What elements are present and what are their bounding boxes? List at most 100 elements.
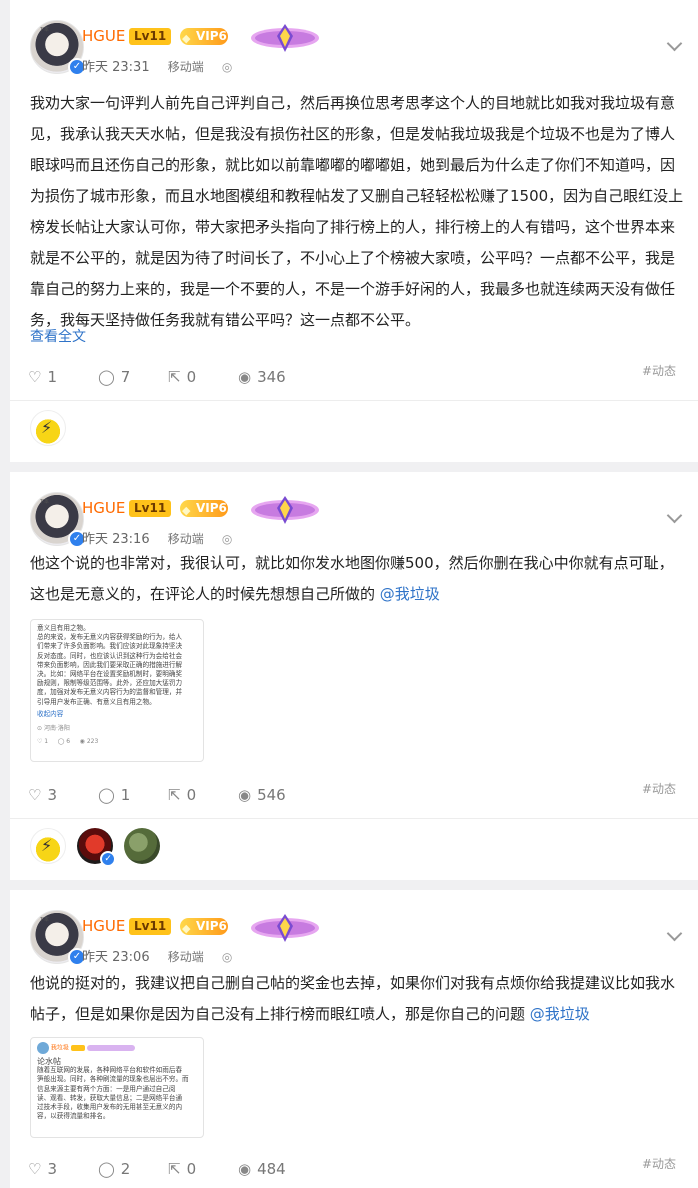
username[interactable]: HGUE — [82, 499, 125, 517]
post-time: 昨天 23:16 — [82, 532, 150, 547]
image-stat: 1 — [44, 738, 49, 746]
image-line: 反对态度。同时，也应该认识到这种行为会给社会 — [37, 651, 183, 660]
post-time: 昨天 23:31 — [82, 60, 150, 75]
image-location: ⊙ 河南·洛阳 — [37, 725, 70, 733]
comment-button[interactable]: ◯ 1 — [98, 786, 130, 804]
image-title: 论水帖 — [37, 1057, 61, 1066]
diamond-icon: ◆ — [182, 504, 191, 517]
username[interactable]: HGUE — [82, 917, 125, 935]
globe-icon: ◎ — [221, 60, 233, 74]
heart-icon: ♡ — [28, 368, 42, 386]
post-image[interactable]: 我垃圾 论水帖 随着互联网的发展，各种网络平台和软件如雨后春 笋般出现。同时，各… — [30, 1037, 204, 1138]
chevron-down-icon[interactable] — [666, 507, 683, 524]
heart-icon: ♡ — [28, 1160, 42, 1178]
post-meta: 昨天 23:31 移动端 ◎ — [82, 56, 232, 75]
eye-icon: ◉ — [238, 1160, 252, 1178]
post-content: 他这个说的也非常对，我很认可，就比如你发水地图你赚500，然后你删在我心中你就有… — [30, 548, 684, 610]
image-location-text: 河南·洛阳 — [43, 725, 70, 733]
image-stat: 223 — [86, 738, 99, 746]
like-button[interactable]: ♡ 1 — [28, 368, 57, 386]
image-collapse-text: 收起内容 — [37, 709, 64, 718]
mention-link[interactable]: @我垃圾 — [380, 585, 440, 603]
medal-icon — [251, 914, 319, 942]
username[interactable]: HGUE — [82, 27, 125, 45]
globe-icon: ◎ — [221, 950, 233, 964]
topic-tag[interactable]: #动态 — [642, 362, 676, 379]
avatar[interactable]: 下本 ✓ — [30, 492, 86, 548]
liker-avatar[interactable] — [30, 410, 66, 446]
image-line: 引导用户发布正确、有意义且有用之物。 — [37, 697, 156, 706]
avatar[interactable]: 下本 ✓ — [30, 910, 86, 966]
share-count: 0 — [186, 1160, 197, 1178]
share-icon: ⇱ — [168, 786, 181, 804]
heart-icon: ♡ — [28, 786, 42, 804]
vip-badge: ◆ VIP6 — [180, 918, 228, 935]
image-line: 带来负面影响，因此我们要采取正确的措施进行解 — [37, 660, 183, 669]
comment-button[interactable]: ◯ 2 — [98, 1160, 130, 1178]
comment-count: 2 — [120, 1160, 131, 1178]
divider — [10, 818, 698, 819]
share-button[interactable]: ⇱ 0 — [168, 368, 196, 386]
image-medal — [86, 1045, 135, 1051]
image-line: 过技术手段，收集用户发布的无用甚至无意义的内 — [37, 1103, 183, 1112]
vip-badge: ◆ VIP6 — [180, 28, 228, 45]
liker-avatar[interactable] — [124, 828, 161, 864]
share-button[interactable]: ⇱ 0 — [168, 1160, 196, 1178]
topic-tag[interactable]: #动态 — [642, 780, 676, 797]
comment-button[interactable]: ◯ 7 — [98, 368, 130, 386]
image-line: 读、观看、转发，获取大量信息；二是网络平台通 — [37, 1093, 183, 1102]
comment-icon: ◯ — [98, 368, 115, 386]
liker-list — [30, 410, 72, 446]
view-count: 546 — [257, 786, 286, 804]
chevron-down-icon[interactable] — [666, 925, 683, 942]
avatar-tag: 下本 — [39, 27, 50, 33]
comment-count: 1 — [120, 786, 131, 804]
views: ◉ 346 — [238, 368, 286, 386]
comment-icon: ◯ — [98, 786, 115, 804]
post-content: 我劝大家一句评判人前先自己评判自己，然后再换位思考思孝这个人的目地就比如我对我垃… — [30, 94, 684, 329]
image-header: 我垃圾 — [31, 1038, 203, 1054]
post-content: 他说的挺对的，我建议把自己删自己帖的奖金也去掉，如果你们对我有点烦你给我提建议比… — [30, 968, 684, 1030]
post-card[interactable]: 下本 ✓ HGUE Lv11 ◆ VIP6 昨天 23:31 移动端 ◎ 我劝大家… — [10, 0, 698, 462]
share-button[interactable]: ⇱ 0 — [168, 786, 196, 804]
views: ◉ 546 — [238, 786, 286, 804]
post-image[interactable]: 意义且有用之物。 总的来说，发布无意义内容获得奖励的行为，给人 们带来了许多负面… — [30, 619, 204, 762]
topic-tag[interactable]: #动态 — [642, 1155, 676, 1172]
liker-list: ✓ — [30, 828, 166, 867]
like-button[interactable]: ♡ 3 — [28, 786, 57, 804]
avatar-tag: 下本 — [39, 917, 50, 923]
post-source: 移动端 — [167, 532, 204, 546]
globe-icon: ◎ — [221, 532, 233, 546]
post-card[interactable]: 下本 ✓ HGUE Lv11 ◆ VIP6 昨天 23:06 移动端 ◎ 他说的挺… — [10, 890, 698, 1188]
avatar[interactable]: 下本 ✓ — [30, 20, 86, 76]
post-card[interactable]: 下本 ✓ HGUE Lv11 ◆ VIP6 昨天 23:16 移动端 ◎ 他这个说… — [10, 472, 698, 880]
like-count: 3 — [47, 1160, 57, 1178]
image-line: 度，加强对发布无意义内容行为的监督和管理，并 — [37, 688, 183, 697]
share-icon: ⇱ — [168, 368, 181, 386]
expand-link[interactable]: 查看全文 — [30, 326, 86, 346]
image-author: 我垃圾 — [50, 1044, 69, 1052]
post-meta: 昨天 23:06 移动端 ◎ — [82, 946, 232, 965]
medal-icon — [251, 496, 319, 524]
chevron-down-icon[interactable] — [666, 35, 683, 52]
divider — [10, 400, 698, 401]
image-level-badge — [70, 1045, 85, 1051]
liker-avatar[interactable]: ✓ — [77, 828, 117, 867]
diamond-icon: ◆ — [182, 922, 191, 935]
share-icon: ⇱ — [168, 1160, 181, 1178]
view-count: 484 — [257, 1160, 286, 1178]
verified-icon: ✓ — [100, 851, 117, 867]
mention-link[interactable]: @我垃圾 — [530, 1005, 590, 1023]
comment-icon: ◯ — [98, 1160, 115, 1178]
share-count: 0 — [186, 368, 197, 386]
like-button[interactable]: ♡ 3 — [28, 1160, 57, 1178]
liker-avatar[interactable] — [30, 828, 66, 864]
medal-icon — [251, 24, 319, 52]
share-count: 0 — [186, 786, 197, 804]
post-source: 移动端 — [167, 60, 204, 74]
vip-label: VIP6 — [196, 29, 227, 43]
image-line: 笋般出现。同时，各种刷流量的现象也层出不穷。而 — [37, 1075, 189, 1084]
comment-count: 7 — [120, 368, 131, 386]
image-line: 意义且有用之物。 — [37, 624, 90, 632]
image-line: 容，以获得流量和排名。 — [37, 1112, 110, 1121]
